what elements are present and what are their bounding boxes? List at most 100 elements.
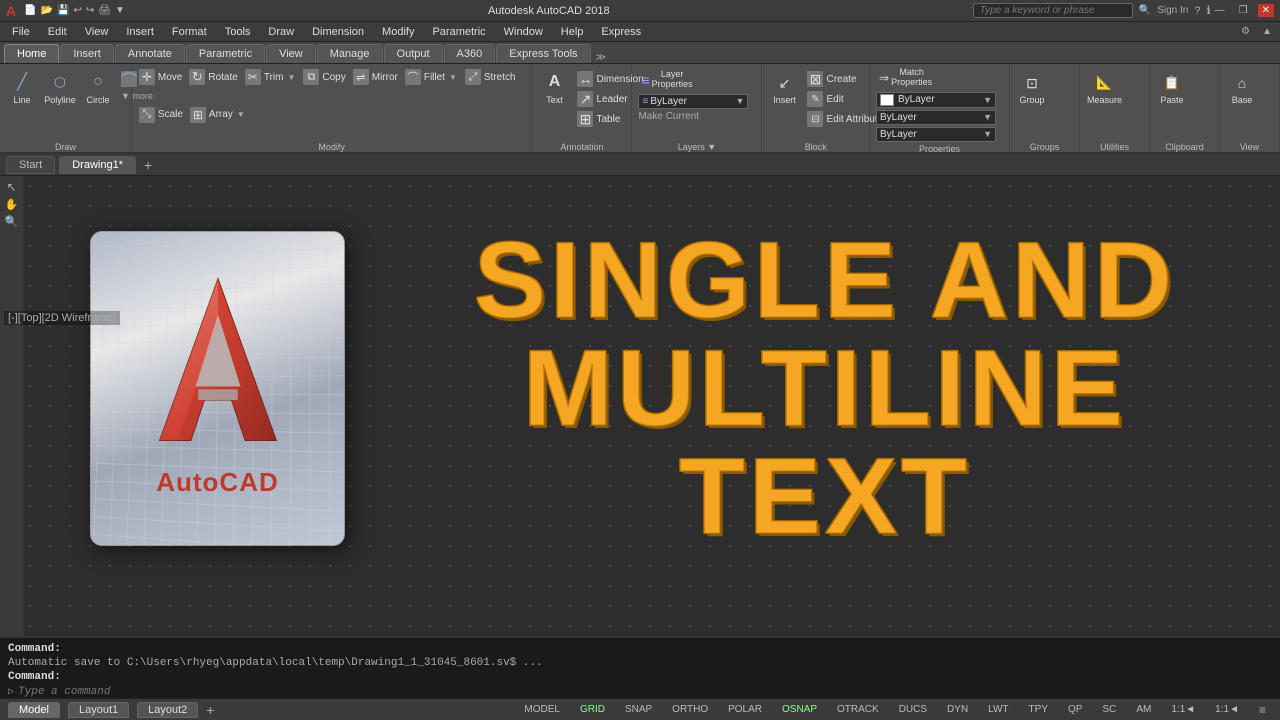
new-tab-button[interactable]: + (140, 157, 156, 173)
menu-format[interactable]: Format (164, 24, 215, 40)
menu-edit[interactable]: Edit (40, 24, 75, 40)
help-icon[interactable]: ? (1194, 5, 1200, 17)
customize-icon[interactable]: ▼ (115, 5, 125, 16)
block-group-label: Block (766, 142, 865, 154)
status-snap[interactable]: SNAP (619, 704, 658, 715)
text-button[interactable]: Text (536, 68, 572, 108)
menu-parametric[interactable]: Parametric (424, 24, 493, 40)
command-input[interactable] (18, 686, 318, 698)
status-dyn[interactable]: DYN (941, 704, 974, 715)
lineweight-dropdown[interactable]: ByLayer ▼ (876, 127, 996, 142)
polyline-button[interactable]: Polyline (42, 68, 78, 108)
layout2-tab[interactable]: Layout2 (137, 702, 198, 718)
tab-a360[interactable]: A360 (444, 44, 496, 63)
menu-tools[interactable]: Tools (217, 24, 259, 40)
menu-view[interactable]: View (77, 24, 117, 40)
status-osnap[interactable]: OSNAP (776, 704, 823, 715)
insert-button[interactable]: Insert (766, 68, 802, 108)
menu-window[interactable]: Window (496, 24, 551, 40)
toolbar-select[interactable]: ↖ (6, 180, 16, 194)
more-tab-icon[interactable]: ≫ (596, 52, 606, 63)
command-line-3: Command: (8, 670, 1272, 684)
stretch-button[interactable]: Stretch (462, 68, 519, 86)
rotate-button[interactable]: Rotate (186, 68, 240, 86)
open-icon[interactable]: 📂 (41, 5, 53, 16)
circle-button[interactable]: Circle (80, 68, 116, 108)
status-lwt[interactable]: LWT (982, 704, 1014, 715)
close-button[interactable]: ✕ (1258, 4, 1274, 17)
group-button[interactable]: Group (1014, 68, 1050, 108)
line-button[interactable]: Line (4, 68, 40, 108)
copy-button[interactable]: Copy (300, 68, 348, 86)
zoom-scale[interactable]: 1:1◄ (1165, 704, 1201, 715)
status-sc[interactable]: SC (1096, 704, 1122, 715)
canvas-area[interactable]: ↖ ✋ 🔍 (0, 176, 1280, 636)
toolbar-pan[interactable]: ✋ (5, 198, 19, 211)
save-icon[interactable]: 💾 (57, 5, 69, 16)
array-icon (190, 107, 206, 123)
fillet-button[interactable]: Fillet▼ (402, 68, 460, 86)
card-content: AutoCAD (91, 232, 344, 545)
undo-icon[interactable]: ↩ (73, 5, 81, 16)
sign-in-button[interactable]: Sign In (1157, 5, 1188, 16)
layer-make-current[interactable]: Make Current (638, 111, 699, 122)
mirror-button[interactable]: Mirror (350, 68, 401, 86)
base-button[interactable]: Base (1224, 68, 1260, 108)
tab-annotate[interactable]: Annotate (115, 44, 185, 63)
status-tpy[interactable]: TPY (1023, 704, 1054, 715)
layout1-tab[interactable]: Layout1 (68, 702, 129, 718)
model-tab[interactable]: Model (8, 702, 60, 718)
layer-properties-button[interactable]: LayerProperties (638, 68, 695, 92)
layer-dropdown[interactable]: ≡ ByLayer ▼ (638, 94, 748, 109)
status-model[interactable]: MODEL (518, 704, 566, 715)
tab-parametric[interactable]: Parametric (186, 44, 265, 63)
search-input[interactable] (973, 3, 1133, 18)
redo-icon[interactable]: ↪ (86, 5, 94, 16)
measure-button[interactable]: Measure (1084, 68, 1125, 108)
tab-output[interactable]: Output (384, 44, 443, 63)
add-layout-button[interactable]: + (206, 702, 214, 718)
status-polar[interactable]: POLAR (722, 704, 768, 715)
plot-icon[interactable]: 🖨 (98, 5, 111, 16)
toolbar-zoom[interactable]: 🔍 (5, 215, 19, 228)
status-ortho[interactable]: ORTHO (666, 704, 714, 715)
tab-drawing1[interactable]: Drawing1* (59, 156, 136, 174)
tab-view[interactable]: View (266, 44, 316, 63)
menu-help[interactable]: Help (553, 24, 592, 40)
tab-home[interactable]: Home (4, 44, 59, 63)
ribbon-toggle[interactable]: ▲ (1258, 24, 1276, 39)
trim-button[interactable]: Trim▼ (242, 68, 299, 86)
menu-insert[interactable]: Insert (118, 24, 162, 40)
scale-button[interactable]: Scale (136, 106, 186, 124)
menu-draw[interactable]: Draw (260, 24, 302, 40)
customize-icon[interactable]: ≡ (1253, 703, 1272, 717)
move-button[interactable]: Move (136, 68, 185, 86)
tab-express-tools[interactable]: Express Tools (496, 44, 590, 63)
status-otrack[interactable]: OTRACK (831, 704, 885, 715)
color-swatch-icon (880, 94, 894, 106)
workspace-icon[interactable]: ⚙ (1237, 24, 1254, 39)
status-grid[interactable]: GRID (574, 704, 611, 715)
tab-start[interactable]: Start (6, 156, 55, 174)
tab-insert[interactable]: Insert (60, 44, 114, 63)
menu-express[interactable]: Express (593, 24, 649, 40)
array-button[interactable]: Array▼ (187, 106, 248, 124)
restore-button[interactable]: ❐ (1235, 4, 1252, 17)
match-properties-button[interactable]: MatchProperties (876, 66, 935, 90)
status-qp[interactable]: QP (1062, 704, 1088, 715)
annotation-scale[interactable]: 1:1◄ (1209, 704, 1245, 715)
paste-button[interactable]: Paste (1154, 68, 1190, 108)
tab-manage[interactable]: Manage (317, 44, 383, 63)
menu-modify[interactable]: Modify (374, 24, 422, 40)
linetype-dropdown[interactable]: ByLayer ▼ (876, 110, 996, 125)
new-icon[interactable]: 📄 (24, 5, 36, 16)
menu-file[interactable]: File (4, 24, 38, 40)
status-am[interactable]: AM (1130, 704, 1157, 715)
color-dropdown-arrow: ▼ (983, 95, 992, 105)
table-icon (577, 111, 593, 127)
search-button[interactable]: 🔍 (1139, 5, 1151, 16)
color-dropdown[interactable]: ByLayer ▼ (876, 92, 996, 108)
menu-dimension[interactable]: Dimension (304, 24, 372, 40)
minimize-button[interactable]: — (1211, 4, 1229, 17)
status-ducs[interactable]: DUCS (893, 704, 933, 715)
